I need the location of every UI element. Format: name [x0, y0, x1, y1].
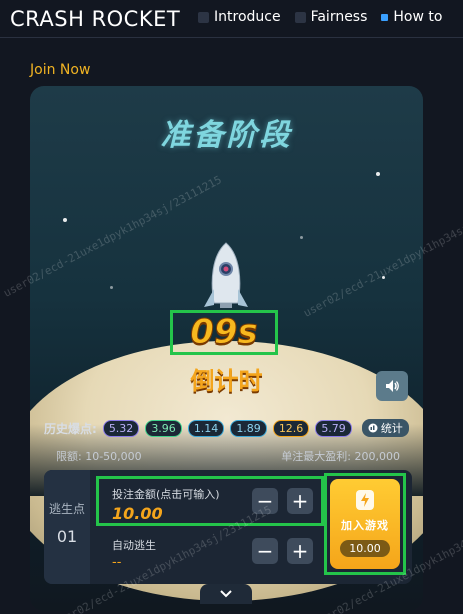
join-game-amount: 10.00 [340, 540, 390, 557]
history-crash-points: 历史爆点: 5.32 3.96 1.14 1.89 12.6 5.79 统计 [44, 419, 409, 437]
history-chip: 1.89 [230, 419, 267, 437]
sound-button[interactable] [376, 371, 408, 401]
rocket-icon [204, 242, 248, 308]
escape-number: 01 [56, 527, 78, 546]
chevron-down-icon [220, 590, 232, 598]
auto-minus-button[interactable]: − [252, 538, 278, 564]
phase-title: 准备阶段 [160, 118, 293, 153]
tab-label: Fairness [310, 9, 368, 25]
tab-dot-icon [381, 13, 389, 21]
join-game-button[interactable]: 加入游戏 10.00 [330, 479, 400, 569]
tab-fairness[interactable]: Fairness [294, 9, 368, 25]
star-icon [63, 218, 67, 222]
tab-introduce[interactable]: Introduce [198, 9, 281, 25]
expand-button[interactable] [200, 584, 252, 604]
auto-plus-button[interactable]: + [287, 538, 313, 564]
bet-plus-button[interactable]: + [287, 488, 313, 514]
bet-limit-text: 限额: 10-50,000 [56, 450, 142, 463]
chart-icon [368, 423, 378, 433]
speaker-icon [386, 380, 399, 392]
history-label: 历史爆点: [44, 421, 97, 436]
history-chip: 12.6 [272, 419, 310, 437]
lightning-icon [356, 490, 374, 510]
tab-how-to[interactable]: How to [381, 9, 442, 25]
star-icon [376, 172, 380, 176]
tab-square-icon [198, 11, 209, 23]
tab-label: How to [393, 9, 443, 25]
stats-button[interactable]: 统计 [361, 419, 409, 437]
limits-row: 限额: 10-50,000 单注最大盈利: 200,000 [56, 448, 400, 464]
stats-label: 统计 [380, 422, 403, 435]
join-now-link[interactable]: Join Now [30, 62, 90, 78]
history-chip: 5.32 [102, 419, 140, 437]
countdown-highlight-box [170, 310, 278, 355]
star-icon [110, 286, 113, 289]
page: CRASH ROCKET Introduce Fairness How to J… [0, 0, 463, 614]
tab-label: Introduce [214, 9, 281, 25]
escape-label: 逃生点 [48, 502, 85, 516]
escape-point: 逃生点 01 [44, 470, 90, 584]
history-chip: 1.14 [187, 419, 225, 437]
countdown-label: 倒计时 [190, 367, 263, 395]
join-game-label: 加入游戏 [341, 519, 389, 532]
history-chip: 5.79 [315, 419, 352, 437]
history-chip: 3.96 [145, 419, 182, 437]
tab-square-icon [294, 11, 306, 23]
nav-tabs: Introduce Fairness How to [198, 9, 442, 25]
max-win-text: 单注最大盈利: 200,000 [281, 450, 400, 463]
app-title: CRASH ROCKET [10, 7, 181, 31]
top-nav: CRASH ROCKET Introduce Fairness How to [0, 0, 463, 38]
star-icon [300, 236, 303, 239]
